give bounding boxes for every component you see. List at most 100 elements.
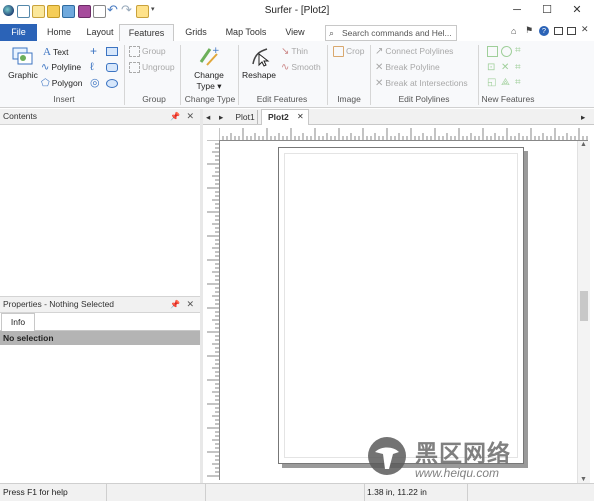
separator — [370, 45, 371, 105]
smooth-button[interactable]: ∿ Smooth — [281, 62, 321, 73]
separator — [238, 45, 239, 105]
graphic-icon[interactable] — [12, 45, 34, 67]
reshape-button[interactable]: Reshape — [240, 70, 278, 80]
properties-panel-title: Properties - Nothing Selected — [3, 299, 115, 309]
tab-scroll-right-icon[interactable]: ▸ — [219, 110, 223, 124]
smooth-icon: ∿ — [281, 62, 290, 73]
restore-document-icon[interactable] — [554, 27, 563, 35]
text-icon: A — [43, 46, 51, 58]
separator — [327, 45, 328, 105]
ungroup-button[interactable]: Ungroup — [129, 62, 175, 74]
minimize-button[interactable]: ─ — [506, 2, 528, 18]
thin-icon: ↘ — [281, 46, 290, 57]
dropdown-icon: ▾ — [214, 81, 222, 91]
help-icon[interactable]: ? — [539, 26, 549, 36]
ellipse-icon[interactable] — [106, 79, 118, 88]
watermark-logo-icon — [368, 437, 406, 475]
scroll-up-icon[interactable]: ▲ — [580, 141, 587, 148]
document-tab-plot2[interactable]: Plot2 ✕ — [261, 109, 309, 125]
watermark-text: 黑区网络 — [415, 441, 511, 467]
tab-features[interactable]: Features — [119, 24, 174, 42]
new-features-tool-icon-3[interactable]: ⌗ — [515, 45, 521, 56]
flag-icon[interactable]: ⚑ — [525, 25, 533, 36]
svg-text:+: + — [212, 46, 220, 56]
edit-features-group-label: Edit Features — [256, 94, 308, 104]
polygon-button[interactable]: ⬠ Polygon — [41, 78, 82, 89]
new-features-tool-icon-1[interactable] — [487, 46, 498, 57]
maximize-button[interactable]: ☐ — [536, 2, 558, 18]
properties-panel — [0, 345, 201, 482]
polyline-button[interactable]: ∿ Polyline — [41, 62, 81, 73]
tab-home[interactable]: Home — [44, 25, 74, 41]
text-button[interactable]: A Text — [43, 46, 69, 58]
close-tab-icon[interactable]: ✕ — [297, 110, 304, 124]
new-features-tool-icon-8[interactable]: ⟁ — [501, 77, 510, 88]
spline-icon[interactable]: ℓ — [90, 61, 94, 73]
document-list-icon[interactable]: ▸ — [581, 110, 585, 124]
reshape-icon[interactable] — [249, 45, 271, 67]
search-input[interactable]: ⌕ Search commands and Hel... — [325, 25, 457, 41]
close-icon[interactable]: ✕ — [186, 109, 194, 124]
crop-icon — [333, 46, 344, 58]
connect-polylines-icon: ↗ — [375, 46, 384, 57]
tab-info[interactable]: Info — [1, 313, 35, 331]
status-bar: Press F1 for help 1.38 in, 11.22 in — [0, 483, 594, 501]
search-icon: ⌕ — [329, 28, 335, 38]
rectangle-icon[interactable] — [106, 47, 118, 56]
polyline-icon: ∿ — [41, 62, 50, 73]
status-help-text: Press F1 for help — [0, 484, 107, 501]
minimize-document-icon[interactable] — [567, 27, 576, 35]
page-margin — [284, 153, 518, 458]
rounded-rectangle-icon[interactable] — [106, 63, 118, 72]
tab-file[interactable]: File — [0, 24, 37, 41]
document-tab-plot1[interactable]: Plot1 — [233, 110, 258, 124]
plot-page[interactable] — [278, 147, 524, 464]
new-features-group-label: New Features — [481, 94, 535, 104]
group-group-label: Group — [142, 94, 166, 104]
ribbon-tab-bar: File Home Layout Features Grids Map Tool… — [0, 22, 594, 42]
tab-scroll-left-icon[interactable]: ◂ — [206, 110, 210, 124]
crop-button[interactable]: Crop — [333, 46, 364, 58]
break-at-intersections-icon: ✕ — [375, 78, 384, 89]
search-placeholder: Search commands and Hel... — [342, 28, 452, 38]
break-at-intersections-button[interactable]: ✕ Break at Intersections — [375, 78, 468, 89]
status-empty-2 — [206, 484, 365, 501]
watermark-url: www.heiqu.com — [415, 466, 500, 480]
pin-icon[interactable]: 📌 — [170, 297, 180, 312]
vertical-ruler — [205, 139, 220, 480]
new-features-tool-icon-5[interactable]: ✕ — [501, 62, 509, 73]
add-point-icon[interactable]: + — [90, 44, 97, 58]
break-polyline-button[interactable]: ✕ Break Polyline — [375, 62, 440, 73]
close-document-icon[interactable]: ✕ — [581, 24, 589, 35]
collapse-ribbon-icon[interactable]: ⌂ — [511, 26, 516, 36]
close-icon[interactable]: ✕ — [186, 297, 194, 312]
spiral-icon[interactable]: ◎ — [90, 76, 100, 89]
change-type-button[interactable]: Change Type ▾ — [187, 70, 231, 92]
group-button[interactable]: Group — [129, 46, 166, 58]
new-features-tool-icon-2[interactable] — [501, 46, 512, 57]
pin-icon[interactable]: 📌 — [170, 109, 180, 124]
panel-splitter[interactable] — [200, 109, 203, 483]
status-coordinates: 1.38 in, 11.22 in — [364, 484, 468, 501]
properties-panel-header: Properties - Nothing Selected 📌 ✕ — [0, 297, 200, 313]
thin-button[interactable]: ↘ Thin — [281, 46, 308, 57]
insert-group-label: Insert — [53, 94, 75, 104]
change-type-icon[interactable]: + — [198, 45, 220, 67]
close-button[interactable]: ✕ — [566, 2, 588, 18]
graphic-button[interactable]: Graphic — [4, 70, 42, 80]
new-features-tool-icon-4[interactable]: ⊡ — [487, 62, 495, 73]
document-tab-bar: ◂ ▸ Plot1 Plot2 ✕ ▸ — [203, 109, 594, 125]
tab-view[interactable]: View — [282, 25, 308, 41]
separator — [180, 45, 181, 105]
connect-polylines-button[interactable]: ↗ Connect Polylines — [375, 46, 453, 57]
scrollbar-thumb[interactable] — [580, 291, 588, 321]
tab-layout[interactable]: Layout — [84, 25, 116, 41]
new-features-tool-icon-6[interactable]: ⌗ — [515, 62, 521, 73]
new-features-tool-icon-9[interactable]: ⌗ — [515, 77, 521, 88]
contents-panel-header: Contents 📌 ✕ — [0, 109, 200, 125]
new-features-tool-icon-7[interactable]: ◱ — [487, 77, 496, 88]
horizontal-ruler — [218, 126, 588, 141]
status-empty-1 — [107, 484, 206, 501]
tab-grids[interactable]: Grids — [181, 25, 211, 41]
tab-map-tools[interactable]: Map Tools — [222, 25, 270, 41]
